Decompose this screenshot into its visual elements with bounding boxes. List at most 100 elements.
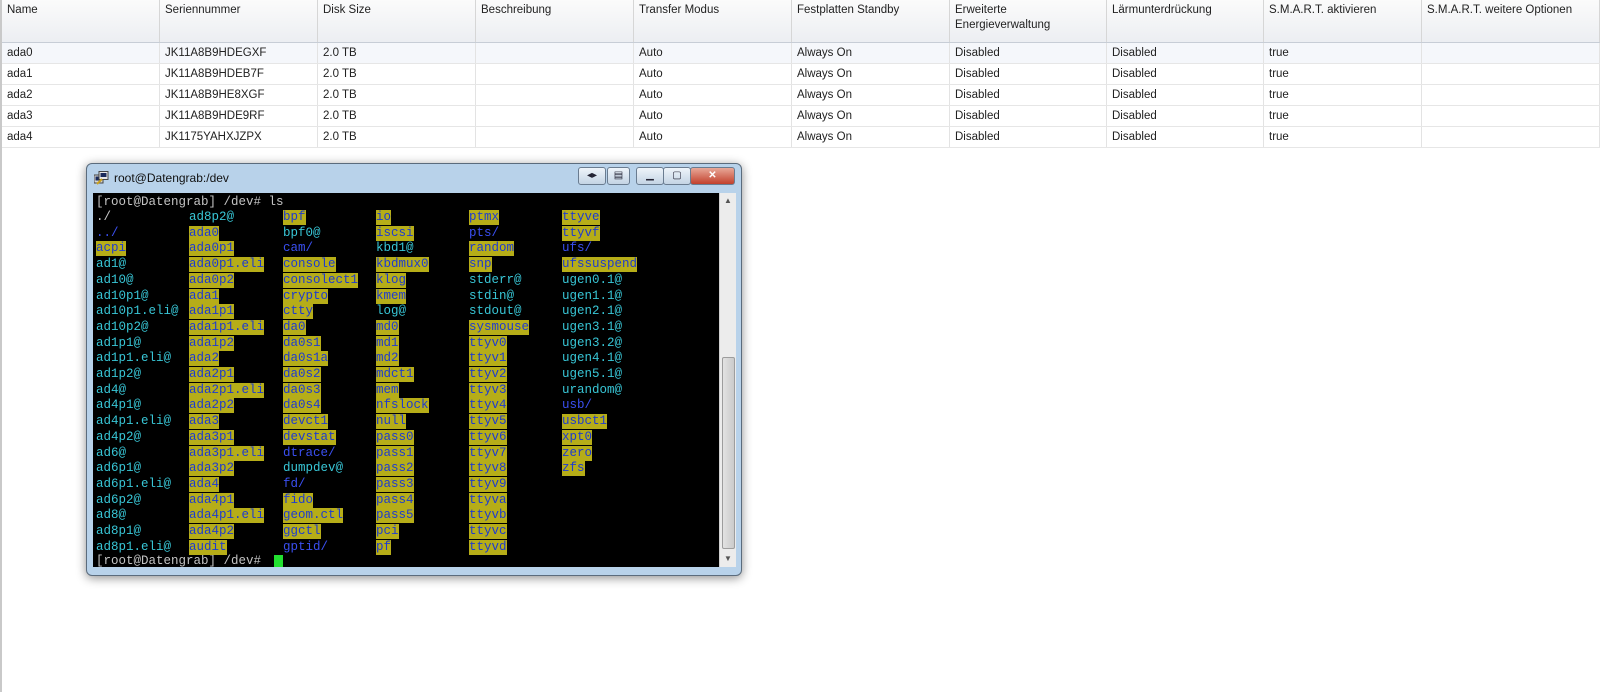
terminal-ls-entry: ugen1.1@ xyxy=(562,288,623,303)
terminal-ls-entry: ctty xyxy=(283,304,314,320)
terminal-ls-entry: ../ xyxy=(96,225,119,240)
table-body: ada0 JK11A8B9HDEGXF 2.0 TB Auto Always On Dis… xyxy=(2,42,1600,148)
terminal-ls-entry: kbd1@ xyxy=(376,241,414,256)
table-cell: Disabled xyxy=(949,42,1107,64)
table-cell: 2.0 TB xyxy=(317,84,476,106)
terminal-ls-entry: pass2 xyxy=(376,461,414,477)
terminal-ls-entry: klog xyxy=(376,272,407,288)
scrollbar-thumb[interactable] xyxy=(722,357,735,549)
table-cell xyxy=(475,84,634,106)
terminal-ls-entry: ada3p2 xyxy=(189,461,235,477)
terminal-screen[interactable]: [root@Datengrab] /dev# ls [root@Datengra… xyxy=(93,193,719,567)
terminal-ls-entry: devct1 xyxy=(283,414,329,430)
table-cell: JK11A8B9HDEGXF xyxy=(159,42,318,64)
terminal-ls-entry: sysmouse xyxy=(469,319,530,335)
terminal-ls-entry: ttyv2 xyxy=(469,367,507,382)
column-header-serial[interactable]: Seriennummer xyxy=(159,0,318,43)
table-row[interactable]: ada1 JK11A8B9HDEB7F 2.0 TB Auto Always On Dis… xyxy=(2,63,1600,85)
terminal-ls-entry: dtrace/ xyxy=(283,445,336,460)
terminal-ls-entry: ada2p2 xyxy=(189,398,235,414)
maximize-button[interactable]: ▢ xyxy=(663,167,691,185)
terminal-ls-entry: ttyv5 xyxy=(469,414,507,430)
resize-arrows-button[interactable]: ◂▸ xyxy=(578,167,606,185)
terminal-ls-entry: ugen3.1@ xyxy=(562,319,623,334)
table-cell: Auto xyxy=(633,42,792,64)
terminal-ls-entry: ttyvf xyxy=(562,225,600,241)
table-cell: Always On xyxy=(791,63,950,85)
terminal-ls-entry: pci xyxy=(376,524,399,539)
column-header-standby[interactable]: Festplatten Standby xyxy=(791,0,950,43)
table-cell xyxy=(1421,42,1600,64)
terminal-ls-entry: pass5 xyxy=(376,508,414,524)
table-cell xyxy=(1421,126,1600,148)
terminal-ls-entry: ./ xyxy=(96,210,112,224)
terminal-ls-entry: da0s1 xyxy=(283,335,321,351)
table-cell: JK11A8B9HDE9RF xyxy=(159,105,318,127)
table-cell: ada1 xyxy=(2,63,160,85)
terminal-ls-entry: fd/ xyxy=(283,476,306,491)
terminal-ls-entry: ad6@ xyxy=(96,445,127,460)
terminal-ls-entry: random xyxy=(469,241,515,257)
terminal-ls-entry: ugen3.2@ xyxy=(562,335,623,350)
terminal-ls-entry: ttyv3 xyxy=(469,382,507,398)
table-cell: Disabled xyxy=(1106,84,1264,106)
terminal-ls-entry: ad1p2@ xyxy=(96,367,142,381)
column-header-description[interactable]: Beschreibung xyxy=(475,0,634,43)
terminal-ls-entry: ada1p1 xyxy=(189,304,235,320)
close-button[interactable]: ✕ xyxy=(690,167,735,185)
terminal-ls-entry: urandom@ xyxy=(562,382,623,397)
table-cell: true xyxy=(1263,63,1422,85)
terminal-scrollbar[interactable]: ▲ ▼ xyxy=(719,193,736,567)
terminal-ls-entry: ggctl xyxy=(283,524,321,539)
column-header-smart-enable[interactable]: S.M.A.R.T. aktivieren xyxy=(1263,0,1422,43)
window-titlebar[interactable]: root@Datengrab:/dev ◂▸ ▤ ▁ ▢ ✕ xyxy=(87,164,741,191)
table-row[interactable]: ada0 JK11A8B9HDEGXF 2.0 TB Auto Always On Dis… xyxy=(2,42,1600,64)
table-cell xyxy=(1421,84,1600,106)
terminal-ls-entry: bpf xyxy=(283,210,306,225)
terminal-ls-entry: da0 xyxy=(283,319,306,335)
copy-button[interactable]: ▤ xyxy=(607,167,630,185)
terminal-ls-entry: ada1 xyxy=(189,288,220,304)
column-header-acoustic[interactable]: Lärmunterdrückung xyxy=(1106,0,1264,43)
terminal-ls-entry: da0s4 xyxy=(283,398,321,414)
table-row[interactable]: ada3 JK11A8B9HDE9RF 2.0 TB Auto Always On Dis… xyxy=(2,105,1600,127)
terminal-ls-entry: md0 xyxy=(376,319,399,335)
close-icon: ✕ xyxy=(708,170,717,181)
column-header-name[interactable]: Name xyxy=(2,0,160,43)
column-header-disk-size[interactable]: Disk Size xyxy=(317,0,476,43)
terminal-ls-entry: ad4p1@ xyxy=(96,398,142,413)
terminal-ls-entry: ad8p1.eli@ xyxy=(96,539,172,554)
column-header-smart-options[interactable]: S.M.A.R.T. weitere Optionen xyxy=(1421,0,1600,43)
table-cell xyxy=(475,63,634,85)
terminal-ls-entry: ttyv1 xyxy=(469,351,507,367)
terminal-ls-entry: ada4p1 xyxy=(189,492,235,508)
terminal-ls-entry: ada0p1.eli xyxy=(189,257,265,273)
minimize-button[interactable]: ▁ xyxy=(636,167,664,185)
table-cell: Disabled xyxy=(949,63,1107,85)
terminal-ls-entry: bpf0@ xyxy=(283,225,321,240)
terminal-ls-entry: da0s3 xyxy=(283,382,321,398)
terminal-ls-entry: ada4p1.eli xyxy=(189,508,265,524)
terminal-ls-entry: ttyv4 xyxy=(469,398,507,414)
terminal-prompt-line: [root@Datengrab] /dev# xyxy=(96,554,262,567)
terminal-ls-entry: log@ xyxy=(376,304,407,319)
table-row[interactable]: ada2 JK11A8B9HE8XGF 2.0 TB Auto Always On Dis… xyxy=(2,84,1600,106)
minimize-icon: ▁ xyxy=(646,170,654,181)
table-cell: Disabled xyxy=(1106,126,1264,148)
column-header-power-mgmt[interactable]: Erweiterte Energieverwaltung xyxy=(949,0,1107,43)
terminal-ls-entry: ad6p1.eli@ xyxy=(96,476,172,491)
table-row[interactable]: ada4 JK1175YAHXJZPX 2.0 TB Auto Always On Dis… xyxy=(2,126,1600,148)
table-cell xyxy=(475,42,634,64)
scroll-up-arrow-icon[interactable]: ▲ xyxy=(720,193,736,209)
terminal-ls-entry: acpi xyxy=(96,241,127,257)
terminal-ls-entry: ttyvd xyxy=(469,539,507,555)
terminal-ls-entry: ttyv7 xyxy=(469,445,507,461)
terminal-ls-entry: snp xyxy=(469,257,492,273)
scroll-down-arrow-icon[interactable]: ▼ xyxy=(720,551,736,567)
terminal-ls-entry: devstat xyxy=(283,429,336,445)
terminal-ls-entry: console xyxy=(283,257,336,273)
terminal-ls-entry: mdct1 xyxy=(376,367,414,382)
terminal-ls-entry: io xyxy=(376,210,392,225)
column-header-transfer-mode[interactable]: Transfer Modus xyxy=(633,0,792,43)
terminal-ls-entry: ttyv6 xyxy=(469,429,507,445)
